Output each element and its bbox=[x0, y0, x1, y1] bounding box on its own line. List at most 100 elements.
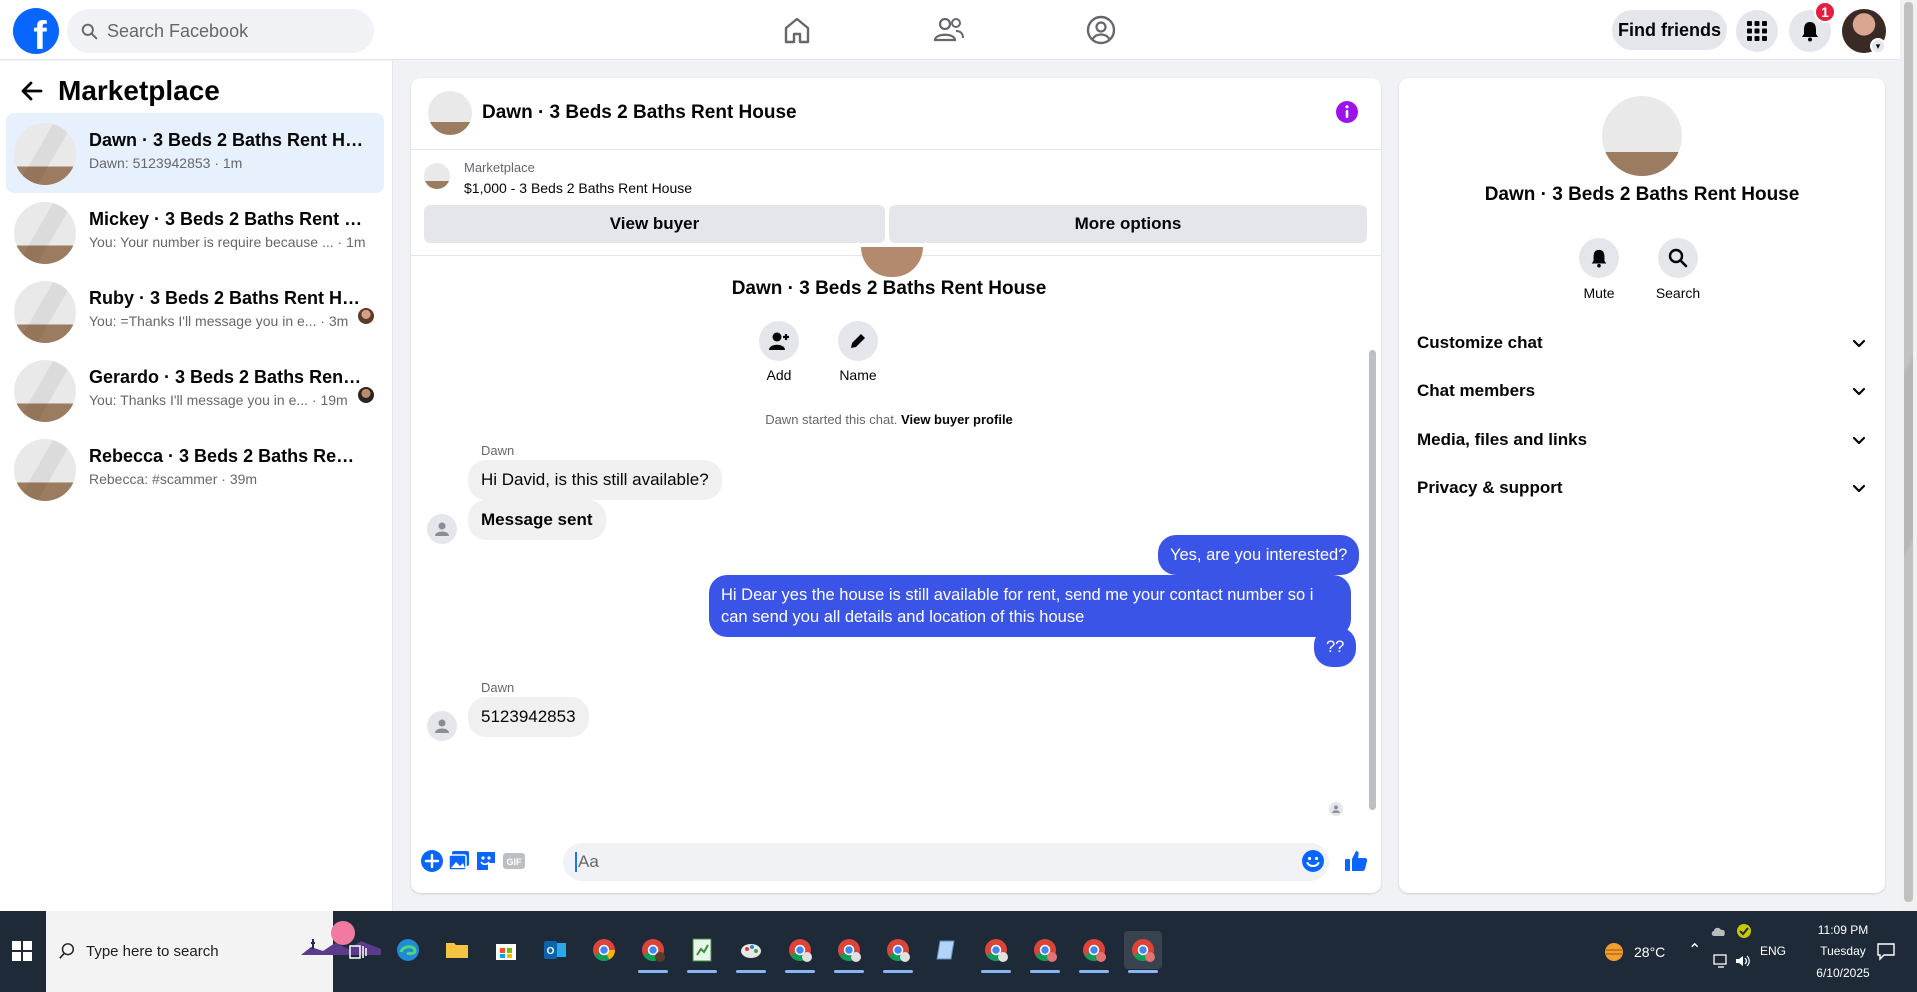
row-label: Chat members bbox=[1417, 381, 1536, 400]
chrome-window-app[interactable] bbox=[781, 931, 819, 973]
gif-icon[interactable]: GIF bbox=[501, 848, 527, 874]
conversation-item[interactable]: Gerardo · 3 Beds 2 Baths Rent H... You: … bbox=[6, 350, 384, 430]
cloud-icon[interactable] bbox=[1710, 923, 1728, 939]
search-input[interactable]: Search Facebook bbox=[67, 9, 374, 53]
chat-header: Dawn · 3 Beds 2 Baths Rent House bbox=[411, 78, 1381, 150]
person-icon bbox=[435, 719, 449, 733]
clock-day[interactable]: Tuesday bbox=[1803, 944, 1883, 958]
chrome-icon bbox=[1132, 939, 1155, 962]
sender-avatar[interactable] bbox=[427, 514, 457, 544]
person-icon bbox=[1332, 805, 1340, 813]
chrome-window-app-active[interactable] bbox=[1124, 931, 1162, 973]
add-button[interactable]: Add bbox=[749, 321, 809, 383]
view-buyer-button[interactable]: View buyer bbox=[424, 205, 885, 243]
spreadsheet-app[interactable] bbox=[683, 931, 721, 973]
listing-label: Marketplace bbox=[464, 160, 535, 175]
security-icon[interactable] bbox=[1736, 923, 1752, 939]
message-composer: GIF Aa bbox=[411, 836, 1381, 893]
details-avatar[interactable] bbox=[1602, 96, 1682, 176]
conversation-item[interactable]: Rebecca · 3 Beds 2 Baths Rent Hou... Reb… bbox=[6, 429, 384, 509]
chrome-profile-app[interactable] bbox=[634, 931, 672, 973]
incoming-message[interactable]: Hi David, is this still available? bbox=[468, 460, 722, 500]
media-files-links-row[interactable]: Media, files and links bbox=[1417, 425, 1867, 455]
row-label: Media, files and links bbox=[1417, 430, 1588, 449]
message-thread[interactable]: Dawn · 3 Beds 2 Baths Rent House Add Nam… bbox=[411, 247, 1381, 833]
incoming-message[interactable]: 5123942853 bbox=[468, 697, 589, 737]
sender-avatar[interactable] bbox=[427, 711, 457, 741]
emoji-icon[interactable] bbox=[1300, 848, 1326, 874]
outgoing-message[interactable]: Yes, are you interested? bbox=[1158, 535, 1360, 575]
chat-avatar[interactable] bbox=[428, 91, 472, 135]
incoming-message[interactable]: Message sent bbox=[468, 500, 606, 540]
outgoing-message[interactable]: ?? bbox=[1314, 627, 1357, 667]
notepad-app[interactable] bbox=[928, 931, 966, 969]
listing-price[interactable]: $1,000 - 3 Beds 2 Baths Rent House bbox=[464, 180, 692, 196]
view-buyer-profile-link[interactable]: View buyer profile bbox=[901, 412, 1013, 427]
gallery-icon[interactable] bbox=[446, 848, 472, 874]
chevron-up-icon[interactable]: ⌃ bbox=[1688, 940, 1701, 960]
taskbar-search[interactable]: Type here to search bbox=[46, 911, 381, 992]
chat-members-row[interactable]: Chat members bbox=[1417, 376, 1867, 406]
chrome-icon bbox=[1034, 939, 1057, 962]
chat-title[interactable]: Dawn · 3 Beds 2 Baths Rent House bbox=[482, 102, 797, 124]
home-icon[interactable] bbox=[780, 13, 814, 47]
info-icon[interactable] bbox=[1335, 100, 1359, 124]
name-label: Name bbox=[839, 367, 877, 383]
file-explorer-app[interactable] bbox=[438, 931, 476, 969]
name-button[interactable]: Name bbox=[828, 321, 888, 383]
groups-icon[interactable] bbox=[1084, 13, 1118, 47]
seen-indicator bbox=[1329, 802, 1343, 816]
chevron-down-icon[interactable]: ▾ bbox=[1870, 38, 1886, 54]
thumbs-up-icon[interactable] bbox=[1343, 848, 1369, 874]
clock-time[interactable]: 11:09 PM bbox=[1803, 923, 1883, 937]
thread-scroll-thumb[interactable] bbox=[1369, 350, 1376, 810]
edge-app[interactable] bbox=[389, 931, 427, 969]
outgoing-message[interactable]: Hi Dear yes the house is still available… bbox=[709, 575, 1351, 637]
listing-thumbnail bbox=[14, 360, 76, 422]
weather-icon[interactable] bbox=[1602, 940, 1626, 964]
mute-button[interactable]: Mute bbox=[1564, 238, 1634, 301]
conversation-item[interactable]: Ruby · 3 Beds 2 Baths Rent House You: =T… bbox=[6, 271, 384, 351]
notification-center-icon[interactable] bbox=[1876, 941, 1896, 961]
sender-name: Dawn bbox=[481, 680, 515, 695]
language-indicator[interactable]: ENG bbox=[1760, 944, 1786, 958]
paint-app[interactable] bbox=[732, 931, 770, 973]
sticker-icon[interactable] bbox=[473, 848, 499, 874]
network-icon[interactable] bbox=[1712, 953, 1730, 969]
facebook-logo[interactable]: f bbox=[13, 8, 59, 54]
plus-circle-icon[interactable] bbox=[419, 848, 445, 874]
chrome-window-app[interactable] bbox=[879, 931, 917, 973]
conversation-name: Gerardo · 3 Beds 2 Baths Rent H... bbox=[89, 367, 364, 387]
clock-date[interactable]: 6/10/2025 bbox=[1803, 966, 1883, 980]
weather-temp[interactable]: 28°C bbox=[1634, 944, 1665, 960]
privacy-support-row[interactable]: Privacy & support bbox=[1417, 473, 1867, 503]
page-scroll-thumb[interactable] bbox=[1904, 2, 1913, 902]
volume-icon[interactable] bbox=[1734, 953, 1752, 969]
page-scrollbar[interactable] bbox=[1900, 0, 1917, 911]
message-input[interactable]: Aa bbox=[563, 843, 1329, 881]
chrome-app[interactable] bbox=[585, 931, 623, 969]
chrome-window-app[interactable] bbox=[1026, 931, 1064, 973]
friends-icon[interactable] bbox=[932, 13, 966, 47]
row-label: Privacy & support bbox=[1417, 478, 1563, 497]
conversation-preview: Rebecca: #scammer · 39m bbox=[89, 471, 258, 487]
task-view-icon[interactable] bbox=[348, 942, 368, 962]
more-options-button[interactable]: More options bbox=[889, 205, 1367, 243]
back-arrow-icon[interactable] bbox=[20, 79, 44, 103]
listing-thumbnail[interactable] bbox=[424, 163, 450, 189]
outlook-app[interactable]: O bbox=[536, 931, 574, 969]
conversation-item[interactable]: Mickey · 3 Beds 2 Baths Rent House You: … bbox=[6, 192, 384, 272]
store-app[interactable] bbox=[487, 931, 525, 969]
chrome-window-app[interactable] bbox=[977, 931, 1015, 973]
chrome-window-app[interactable] bbox=[1075, 931, 1113, 973]
find-friends-button[interactable]: Find friends bbox=[1612, 10, 1727, 50]
chat-panel: Dawn · 3 Beds 2 Baths Rent House Marketp… bbox=[411, 78, 1381, 893]
notification-badge: 1 bbox=[1814, 1, 1836, 23]
customize-chat-row[interactable]: Customize chat bbox=[1417, 328, 1867, 358]
windows-start-icon[interactable] bbox=[12, 941, 32, 961]
search-chat-button[interactable]: Search bbox=[1643, 238, 1713, 301]
conversation-item[interactable]: Dawn · 3 Beds 2 Baths Rent House Dawn: 5… bbox=[6, 113, 384, 193]
chrome-window-app[interactable] bbox=[830, 931, 868, 973]
listing-thumbnail bbox=[14, 202, 76, 264]
menu-button[interactable] bbox=[1736, 10, 1778, 52]
